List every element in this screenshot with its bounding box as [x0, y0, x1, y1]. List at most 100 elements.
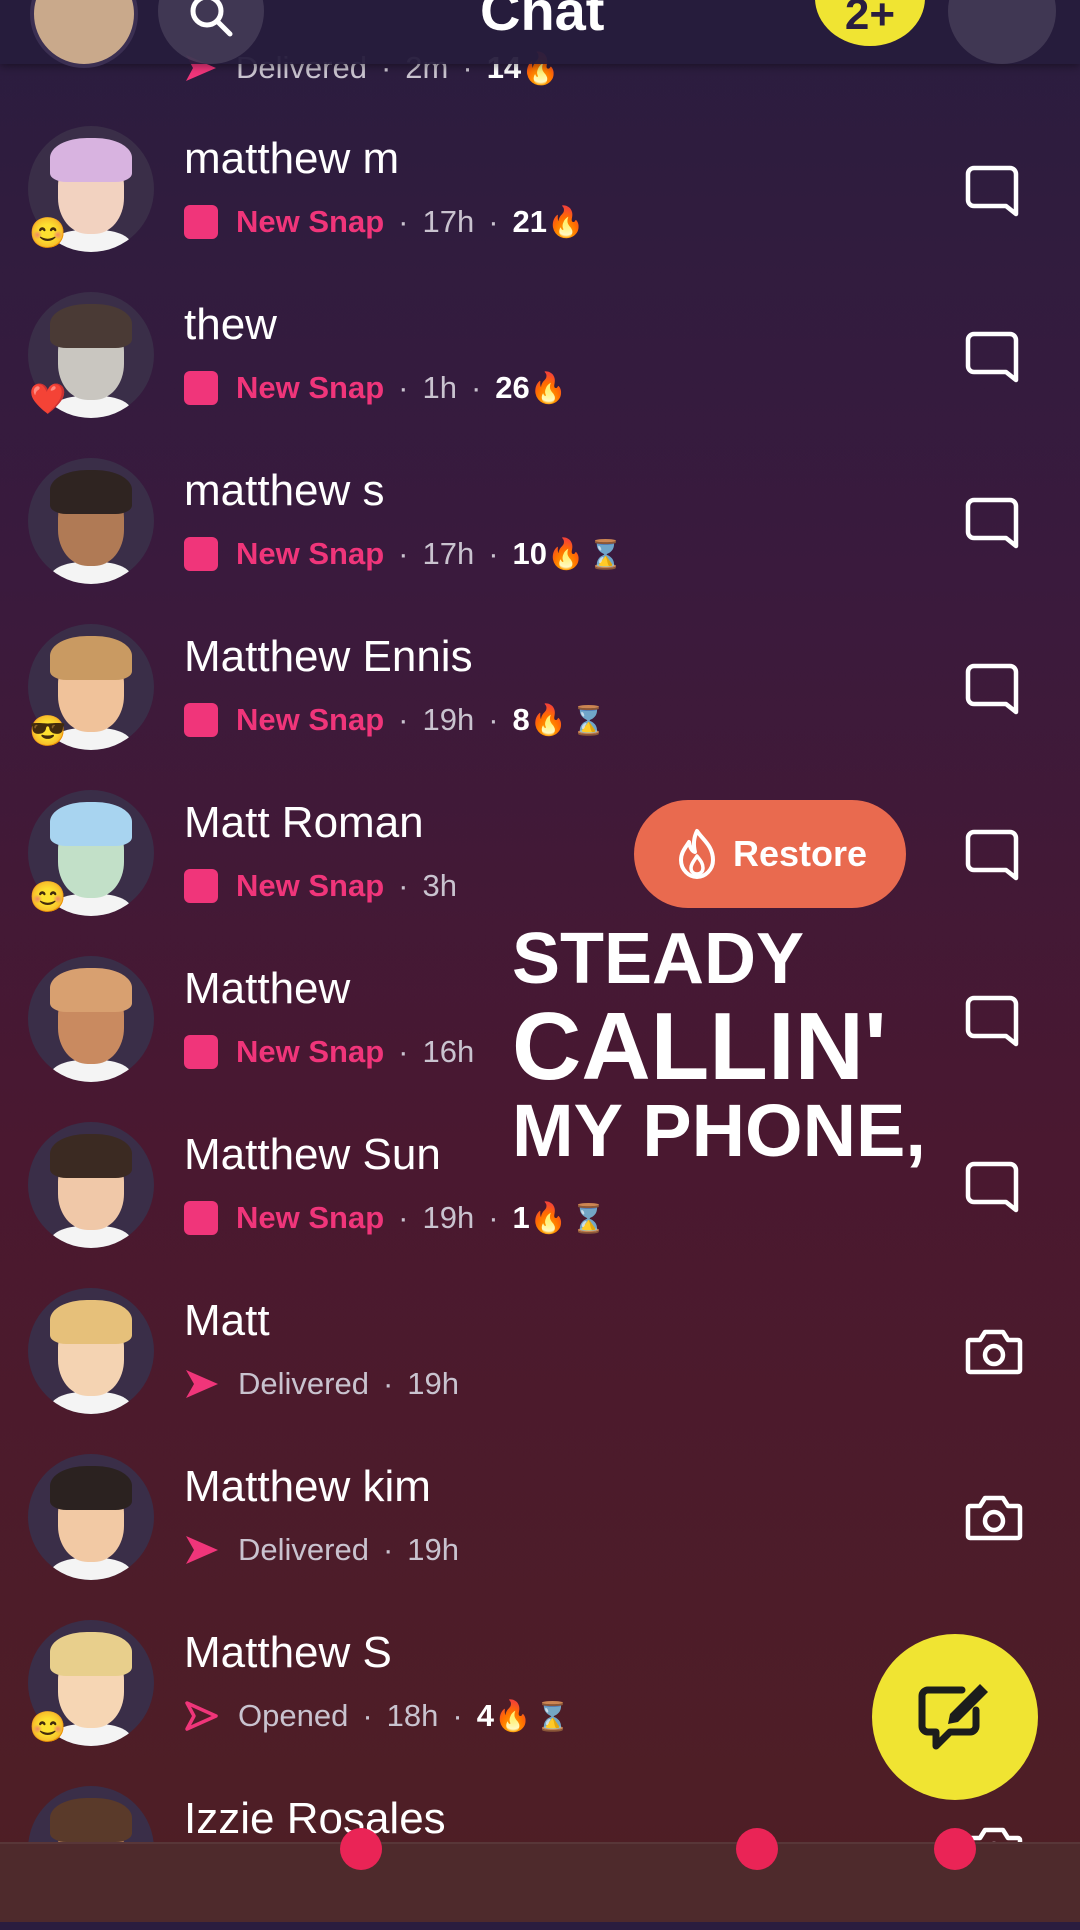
time-text: 19h — [422, 702, 475, 737]
streak-count: 4 — [476, 1698, 494, 1733]
friend-name: matthew m — [184, 134, 400, 183]
status-text: Delivered — [238, 1366, 369, 1401]
fire-icon: 🔥 — [529, 1201, 568, 1235]
chat-row[interactable]: Matt Delivered · 19h — [0, 1266, 1080, 1432]
chat-status: New Snap · 1h · 26 🔥 — [184, 368, 567, 408]
chat-icon[interactable] — [964, 826, 1020, 882]
chat-icon[interactable] — [964, 328, 1020, 384]
chat-status: Delivered · 19h — [184, 1530, 459, 1570]
new-snap-icon — [184, 1035, 218, 1069]
nav-notification-dot — [736, 1828, 778, 1870]
status-text: New Snap — [236, 1034, 385, 1069]
camera-icon[interactable] — [964, 1324, 1023, 1380]
chat-icon[interactable] — [964, 992, 1020, 1048]
chat-row[interactable]: Matthew kim Delivered · 19h — [0, 1432, 1080, 1598]
status-text: Delivered — [238, 1532, 369, 1567]
chat-status: New Snap · 17h · 10 🔥 ⌛ — [184, 534, 623, 574]
chat-icon[interactable] — [964, 162, 1020, 218]
chat-icon[interactable] — [964, 660, 1020, 716]
chat-row[interactable]: 😎 Matthew Ennis New Snap · 19h · 8 🔥 ⌛ — [0, 602, 1080, 768]
chat-row[interactable]: ❤️ thew New Snap · 1h · 26 🔥 — [0, 270, 1080, 436]
streak-count: 26 — [495, 370, 530, 405]
friend-emoji-badge: 😎 — [29, 715, 67, 748]
bottom-nav-bar — [0, 1828, 1080, 1922]
opened-arrow-icon — [185, 1701, 218, 1731]
friend-emoji-badge: 😊 — [29, 881, 67, 914]
friend-name: Matthew S — [184, 1628, 392, 1677]
status-text: New Snap — [236, 204, 385, 239]
fire-icon: 🔥 — [547, 537, 585, 571]
chat-status: New Snap · 3h — [184, 866, 457, 906]
chat-icon[interactable] — [964, 1158, 1020, 1214]
fire-icon — [678, 829, 715, 879]
status-text: New Snap — [236, 1200, 385, 1235]
more-button[interactable] — [948, 0, 1056, 64]
sent-arrow-icon — [186, 1536, 218, 1564]
avatar-hair — [50, 1798, 132, 1842]
streak-count: 1 — [512, 1200, 530, 1235]
friend-name: Matt — [184, 1296, 270, 1345]
avatar-hair — [50, 1632, 132, 1676]
friend-emoji-badge: ❤️ — [29, 383, 67, 416]
chat-status: New Snap · 19h · 8 🔥 ⌛ — [184, 700, 606, 740]
new-snap-icon — [184, 703, 218, 737]
time-text: 17h — [422, 204, 475, 239]
friend-avatar[interactable] — [28, 458, 154, 584]
chat-icon[interactable] — [964, 494, 1020, 550]
new-snap-icon — [184, 1201, 218, 1235]
streak-count: 21 — [512, 204, 548, 239]
avatar-hair — [50, 138, 132, 182]
time-text: 16h — [422, 1034, 475, 1069]
hourglass-icon: ⌛ — [588, 538, 624, 570]
friend-avatar[interactable] — [28, 1122, 154, 1248]
fire-icon: 🔥 — [529, 371, 568, 405]
nav-notification-dot — [340, 1828, 382, 1870]
profile-avatar[interactable] — [30, 0, 138, 68]
friend-name: Matthew Sun — [184, 1130, 441, 1179]
new-chat-button[interactable] — [872, 1634, 1038, 1800]
friend-avatar[interactable] — [28, 956, 154, 1082]
status-text: New Snap — [236, 370, 385, 405]
status-text: New Snap — [236, 868, 385, 903]
new-snap-icon — [184, 537, 218, 571]
fire-icon: 🔥 — [529, 703, 568, 737]
avatar-hair — [50, 636, 132, 680]
search-icon — [190, 0, 233, 37]
time-text: 3h — [422, 868, 457, 903]
chat-row[interactable]: 😊 Matt Roman New Snap · 3h — [0, 768, 1080, 934]
chat-row[interactable]: 😊 matthew m New Snap · 17h · 21 🔥 — [0, 104, 1080, 270]
camera-icon[interactable] — [964, 1490, 1023, 1546]
avatar-hair — [50, 1134, 132, 1178]
time-text: 19h — [407, 1532, 460, 1567]
time-text: 1h — [422, 370, 457, 405]
friend-avatar[interactable] — [28, 1454, 154, 1580]
time-text: 17h — [422, 536, 475, 571]
add-friend-button[interactable]: 2+ — [815, 0, 925, 46]
avatar-hair — [50, 470, 132, 514]
hourglass-icon: ⌛ — [535, 1700, 571, 1732]
time-text: 19h — [422, 1200, 475, 1235]
restore-streak-button[interactable]: Restore — [634, 800, 906, 908]
fire-icon: 🔥 — [547, 205, 585, 239]
hourglass-icon: ⌛ — [571, 704, 607, 736]
caption-line-1: STEADY — [512, 919, 805, 999]
friend-emoji-badge: 😊 — [29, 1711, 67, 1744]
friend-name: Matt Roman — [184, 798, 424, 847]
new-chat-icon — [918, 1684, 988, 1750]
chat-row[interactable]: matthew s New Snap · 17h · 10 🔥 ⌛ — [0, 436, 1080, 602]
friend-name: matthew s — [184, 466, 385, 515]
streak-count: 8 — [512, 702, 530, 737]
caption-line-3: MY PHONE, — [512, 1089, 926, 1172]
friend-emoji-badge: 😊 — [29, 217, 67, 250]
top-bar: Chat 2+ — [0, 0, 1080, 68]
search-button[interactable] — [158, 0, 264, 64]
status-text: Opened — [238, 1698, 349, 1733]
new-snap-icon — [184, 371, 218, 405]
time-text: 18h — [386, 1698, 439, 1733]
streak-count: 10 — [512, 536, 548, 571]
friend-avatar[interactable] — [28, 1288, 154, 1414]
chat-status: New Snap · 17h · 21 🔥 — [184, 202, 584, 242]
friend-name: thew — [184, 300, 277, 349]
chat-status: Delivered · 19h — [184, 1364, 459, 1404]
chat-status: Opened · 18h · 4 🔥 ⌛ — [184, 1696, 570, 1736]
